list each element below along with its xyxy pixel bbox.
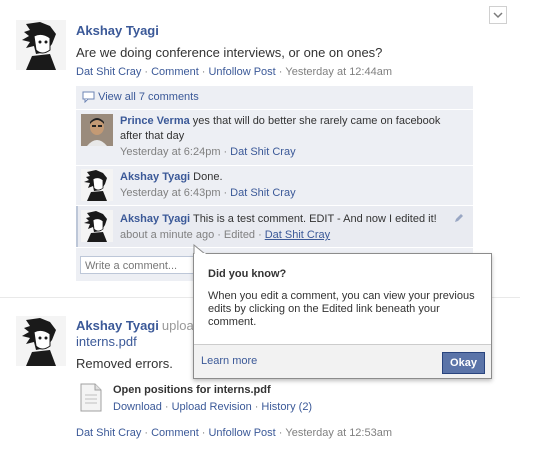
comment-body: Prince Verma yes that will do better she… [120,114,465,144]
tooltip-footer: Learn more Okay [194,344,491,378]
edit-comment-button[interactable] [454,213,464,226]
group-link[interactable]: Dat Shit Cray [76,427,141,439]
comment-link[interactable]: Comment [151,427,199,439]
unfollow-link[interactable]: Unfollow Post [208,66,275,78]
comment-author[interactable]: Akshay Tyagi [120,213,190,225]
comment-author[interactable]: Akshay Tyagi [120,171,190,183]
comment-timestamp[interactable]: Yesterday at 6:43pm [120,187,221,199]
comment-text: This is a test comment. EDIT - And now I… [192,213,437,225]
post-header: Akshay Tyagi uploa [76,318,194,333]
file-actions: Download · Upload Revision · History (2) [113,401,313,413]
tooltip-title: Did you know? [208,268,287,280]
comment-meta: about a minute ago · Edited · Dat Shit Cray [120,229,331,241]
upload-revision-link[interactable]: Upload Revision [172,401,252,413]
comments-panel: View all 7 comments Prince Verma yes tha… [76,86,473,281]
view-all-comments-label[interactable]: View all 7 comments [98,91,199,103]
history-link[interactable]: History (2) [261,401,312,413]
edited-link[interactable]: Edited [224,229,255,241]
comment-body: Akshay Tyagi Done. [120,170,223,185]
chevron-down-icon [493,12,503,19]
avatar[interactable] [81,210,113,242]
download-link[interactable]: Download [113,401,162,413]
comment-body: Akshay Tyagi This is a test comment. EDI… [120,212,437,227]
group-link[interactable]: Dat Shit Cray [265,229,330,241]
avatar[interactable] [81,169,113,201]
comment-text: Done. [193,171,223,183]
comment-input[interactable]: Write a comment... [80,256,196,274]
comment-meta: Yesterday at 6:24pm · Dat Shit Cray [120,146,296,158]
comment-author[interactable]: Prince Verma [120,115,190,127]
avatar-image [22,318,56,366]
post-message: Removed errors. [76,356,173,371]
comment-link[interactable]: Comment [151,66,199,78]
comment-bubble-icon [82,91,95,104]
avatar-image [81,114,113,146]
did-you-know-tooltip: Did you know? When you edit a comment, y… [193,244,492,379]
group-link[interactable]: Dat Shit Cray [230,187,295,199]
learn-more-link[interactable]: Learn more [201,355,257,367]
avatar[interactable] [16,316,66,366]
post-timestamp[interactable]: Yesterday at 12:53am [285,427,392,439]
group-link[interactable]: Dat Shit Cray [76,66,141,78]
avatar[interactable] [16,20,66,70]
avatar-image [84,211,107,242]
post-author[interactable]: Akshay Tyagi [76,318,159,333]
avatar-image [22,22,56,70]
comment-meta: Yesterday at 6:43pm · Dat Shit Cray [120,187,296,199]
view-all-comments[interactable]: View all 7 comments [82,91,199,104]
group-link[interactable]: Dat Shit Cray [230,146,295,158]
tooltip-body: When you edit a comment, you can view yo… [208,290,475,328]
post-options-button[interactable] [489,6,507,24]
document-icon [80,383,102,415]
tooltip-arrow [193,244,206,254]
post-meta: Dat Shit Cray · Comment · Unfollow Post · Yest… [76,66,393,78]
file-name[interactable]: Open positions for interns.pdf [113,384,271,396]
okay-button[interactable]: Okay [442,352,485,374]
post-action: uploa [161,318,194,333]
post-timestamp[interactable]: Yesterday at 12:44am [285,66,392,78]
post-message: Are we doing conference interviews, or o… [76,45,383,60]
unfollow-link[interactable]: Unfollow Post [208,427,275,439]
post-meta: Dat Shit Cray · Comment · Unfollow Post · Yest… [76,427,393,439]
avatar[interactable] [81,114,113,146]
comment-timestamp[interactable]: about a minute ago [120,229,214,241]
pencil-icon [455,214,463,222]
comment-timestamp[interactable]: Yesterday at 6:24pm [120,146,221,158]
post-author[interactable]: Akshay Tyagi [76,23,159,38]
avatar-image [84,170,107,201]
file-link[interactable]: interns.pdf [76,334,137,349]
